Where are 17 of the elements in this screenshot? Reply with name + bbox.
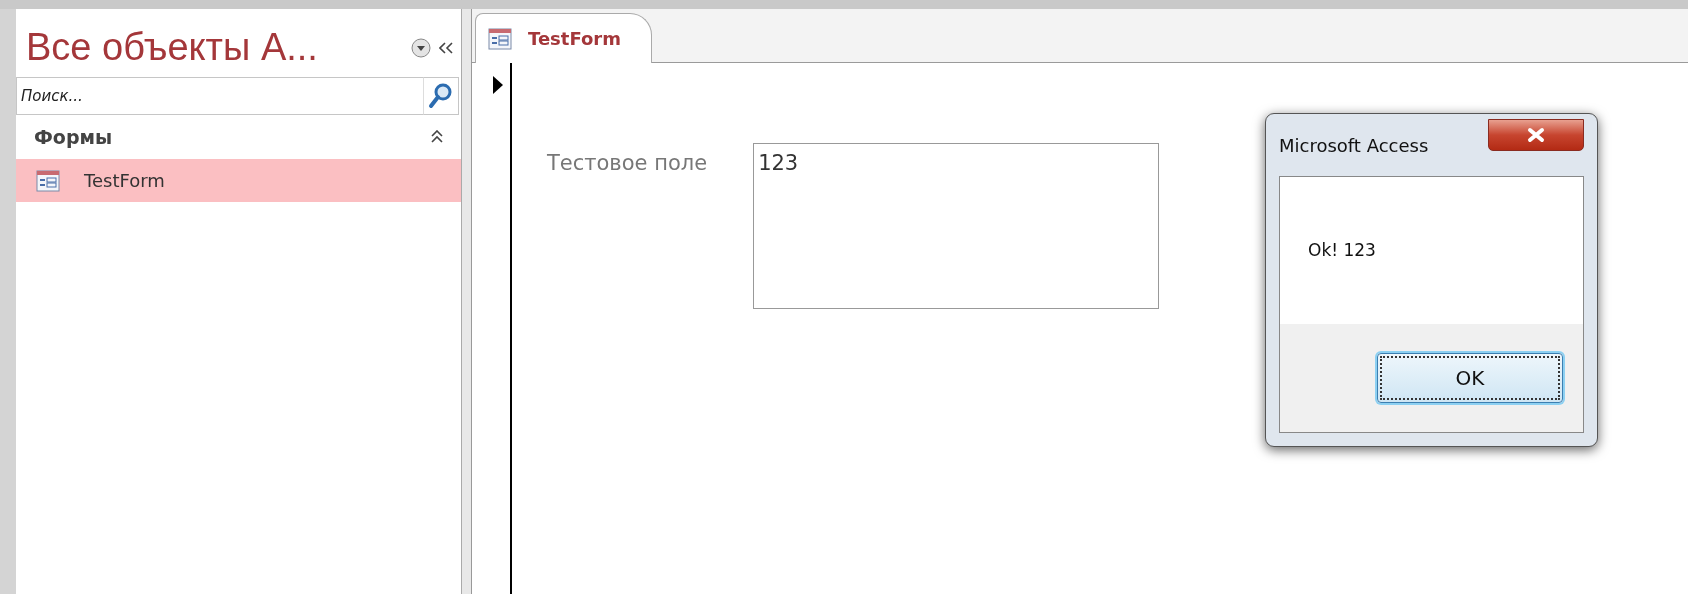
close-button[interactable] (1488, 119, 1584, 151)
group-header[interactable]: Формы (34, 122, 113, 152)
text-field[interactable]: 123 (753, 143, 1160, 309)
nav-item[interactable]: TestForm (16, 159, 461, 203)
dialog-title: Microsoft Access (1279, 133, 1429, 158)
search-icon[interactable] (423, 76, 459, 115)
field-label: Тестовое поле (547, 150, 708, 177)
form-icon (488, 27, 512, 50)
pane-title: Все объекты A... (25, 27, 318, 69)
dropdown-icon[interactable] (411, 37, 431, 58)
ok-button[interactable]: OK (1377, 353, 1563, 403)
dialog-message: Ok! 123 (1280, 177, 1583, 324)
form-icon (36, 169, 60, 192)
collapse-pane-icon[interactable] (439, 41, 453, 54)
search-field[interactable]: Поиск... (16, 76, 423, 115)
document-tab[interactable]: TestForm (475, 13, 652, 63)
close-icon (1526, 127, 1546, 143)
